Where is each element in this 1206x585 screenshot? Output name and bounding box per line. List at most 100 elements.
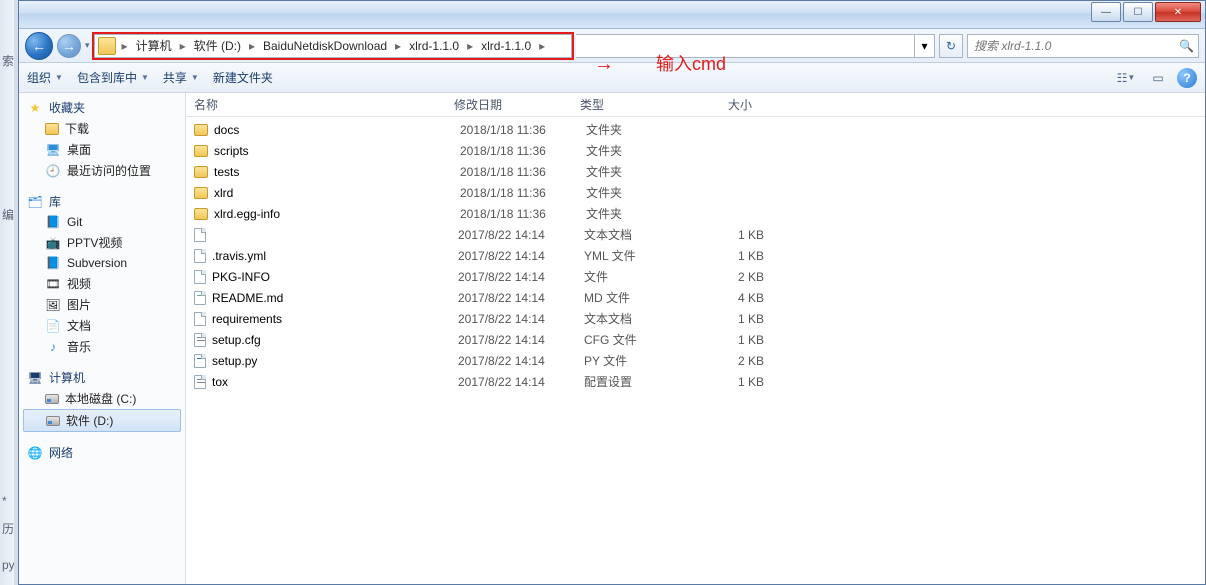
include-in-library-menu[interactable]: 包含到库中▼ (77, 69, 149, 86)
search-input[interactable] (972, 38, 1179, 54)
file-row[interactable]: setup.cfg2017/8/22 14:14CFG 文件1 KB (186, 329, 1205, 350)
file-row[interactable]: scripts2018/1/18 11:36文件夹 (186, 140, 1205, 161)
file-type: 文件 (584, 268, 692, 285)
sidebar-item-desktop[interactable]: 🖥桌面 (19, 139, 185, 160)
breadcrumb-sep[interactable]: ▸ (247, 39, 257, 53)
file-date: 2017/8/22 14:14 (458, 333, 584, 347)
maximize-button[interactable]: ☐ (1123, 2, 1153, 22)
file-icon (194, 375, 206, 389)
music-icon: ♪ (45, 339, 61, 355)
git-icon: 📘 (45, 214, 61, 230)
navigation-bar: ← → ▾ ▸ 计算机 ▸ 软件 (D:) ▸ BaiduNetdiskDown… (19, 29, 1205, 63)
search-icon[interactable]: 🔍 (1179, 39, 1194, 53)
breadcrumb-sep[interactable]: ▸ (120, 39, 130, 53)
sidebar-item-recent[interactable]: 🕘最近访问的位置 (19, 160, 185, 181)
new-folder-button[interactable]: 新建文件夹 (213, 69, 273, 86)
back-button[interactable]: ← (25, 32, 53, 60)
sidebar-item-git[interactable]: 📘Git (19, 212, 185, 232)
breadcrumb-sep[interactable]: ▸ (178, 39, 188, 53)
sidebar-item-downloads[interactable]: 下载 (19, 118, 185, 139)
favorites-section: ★收藏夹 下载 🖥桌面 🕘最近访问的位置 (19, 97, 185, 181)
preview-pane-button[interactable]: ▭ (1145, 67, 1171, 89)
file-type: MD 文件 (584, 289, 692, 306)
pptv-icon: 📺 (45, 235, 61, 251)
breadcrumb-sep[interactable]: ▸ (393, 39, 403, 53)
file-type: 配置设置 (584, 373, 692, 390)
sidebar-item-pictures[interactable]: 🖼图片 (19, 294, 185, 315)
change-view-button[interactable]: ☷▼ (1113, 67, 1139, 89)
titlebar[interactable]: — ☐ ✕ (19, 1, 1205, 29)
file-type: 文本文档 (584, 226, 692, 243)
sidebar-item-music[interactable]: ♪音乐 (19, 336, 185, 357)
file-icon (194, 228, 206, 242)
drive-icon (45, 394, 59, 404)
background-window-edge: 索 编 * 历 py (0, 0, 18, 585)
breadcrumb-sep[interactable]: ▸ (465, 39, 475, 53)
file-date: 2017/8/22 14:14 (458, 312, 584, 326)
file-name: setup.cfg (212, 333, 458, 347)
sidebar-item-drive-d[interactable]: 软件 (D:) (23, 409, 181, 432)
file-row[interactable]: 2017/8/22 14:14文本文档1 KB (186, 224, 1205, 245)
computer-section: 🖥计算机 本地磁盘 (C:) 软件 (D:) (19, 367, 185, 432)
file-name: xlrd (214, 186, 460, 200)
file-row[interactable]: docs2018/1/18 11:36文件夹 (186, 119, 1205, 140)
file-row[interactable]: xlrd.egg-info2018/1/18 11:36文件夹 (186, 203, 1205, 224)
breadcrumb-folder-2[interactable]: xlrd-1.1.0 (403, 35, 465, 57)
breadcrumb-folder-1[interactable]: BaiduNetdiskDownload (257, 35, 393, 57)
close-button[interactable]: ✕ (1155, 2, 1201, 22)
sidebar-item-pptv[interactable]: 📺PPTV视频 (19, 232, 185, 253)
help-button[interactable]: ? (1177, 68, 1197, 88)
column-type[interactable]: 类型 (572, 96, 680, 113)
file-size: 2 KB (692, 270, 764, 284)
file-name: PKG-INFO (212, 270, 458, 284)
column-name[interactable]: 名称 (186, 96, 446, 113)
address-bar-extension[interactable]: ▾ (576, 34, 935, 58)
file-type: 文本文档 (584, 310, 692, 327)
folder-icon (194, 124, 208, 136)
file-type: CFG 文件 (584, 331, 692, 348)
file-row[interactable]: PKG-INFO2017/8/22 14:14文件2 KB (186, 266, 1205, 287)
file-date: 2018/1/18 11:36 (460, 165, 586, 179)
forward-button[interactable]: → (57, 34, 81, 58)
minimize-button[interactable]: — (1091, 2, 1121, 22)
breadcrumb-drive[interactable]: 软件 (D:) (188, 35, 247, 57)
sidebar-item-documents[interactable]: 📄文档 (19, 315, 185, 336)
file-row[interactable]: xlrd2018/1/18 11:36文件夹 (186, 182, 1205, 203)
breadcrumb-folder-3[interactable]: xlrd-1.1.0 (475, 35, 537, 57)
column-size[interactable]: 大小 (680, 96, 760, 113)
refresh-button[interactable]: ↻ (939, 34, 963, 58)
sidebar-item-subversion[interactable]: 📘Subversion (19, 253, 185, 273)
folder-icon (194, 187, 208, 199)
file-row[interactable]: README.md2017/8/22 14:14MD 文件4 KB (186, 287, 1205, 308)
network-header[interactable]: 🌐网络 (19, 442, 185, 463)
breadcrumb-sep[interactable]: ▸ (537, 39, 547, 53)
sidebar-item-videos[interactable]: 🎞视频 (19, 273, 185, 294)
file-date: 2018/1/18 11:36 (460, 186, 586, 200)
address-bar[interactable]: ▸ 计算机 ▸ 软件 (D:) ▸ BaiduNetdiskDownload ▸… (94, 34, 572, 58)
organize-menu[interactable]: 组织▼ (27, 69, 63, 86)
folder-icon (194, 208, 208, 220)
file-size: 1 KB (692, 333, 764, 347)
search-box[interactable]: 🔍 (967, 34, 1199, 58)
libraries-section: 🗂库 📘Git 📺PPTV视频 📘Subversion 🎞视频 🖼图片 📄文档 … (19, 191, 185, 357)
star-icon: ★ (27, 100, 43, 116)
file-row[interactable]: tox2017/8/22 14:14配置设置1 KB (186, 371, 1205, 392)
computer-header[interactable]: 🖥计算机 (19, 367, 185, 388)
file-row[interactable]: .travis.yml2017/8/22 14:14YML 文件1 KB (186, 245, 1205, 266)
file-row[interactable]: setup.py2017/8/22 14:14PY 文件2 KB (186, 350, 1205, 371)
file-rows: docs2018/1/18 11:36文件夹scripts2018/1/18 1… (186, 117, 1205, 392)
desktop-icon: 🖥 (45, 142, 61, 158)
file-row[interactable]: tests2018/1/18 11:36文件夹 (186, 161, 1205, 182)
favorites-header[interactable]: ★收藏夹 (19, 97, 185, 118)
column-date[interactable]: 修改日期 (446, 96, 572, 113)
share-menu[interactable]: 共享▼ (163, 69, 199, 86)
breadcrumb-computer[interactable]: 计算机 (130, 35, 178, 57)
file-row[interactable]: requirements2017/8/22 14:14文本文档1 KB (186, 308, 1205, 329)
address-dropdown-icon[interactable]: ▾ (914, 35, 934, 57)
file-date: 2017/8/22 14:14 (458, 228, 584, 242)
history-dropdown-icon[interactable]: ▾ (85, 40, 90, 51)
drive-icon (46, 416, 60, 426)
sidebar-item-drive-c[interactable]: 本地磁盘 (C:) (19, 388, 185, 409)
file-name: xlrd.egg-info (214, 207, 460, 221)
libraries-header[interactable]: 🗂库 (19, 191, 185, 212)
